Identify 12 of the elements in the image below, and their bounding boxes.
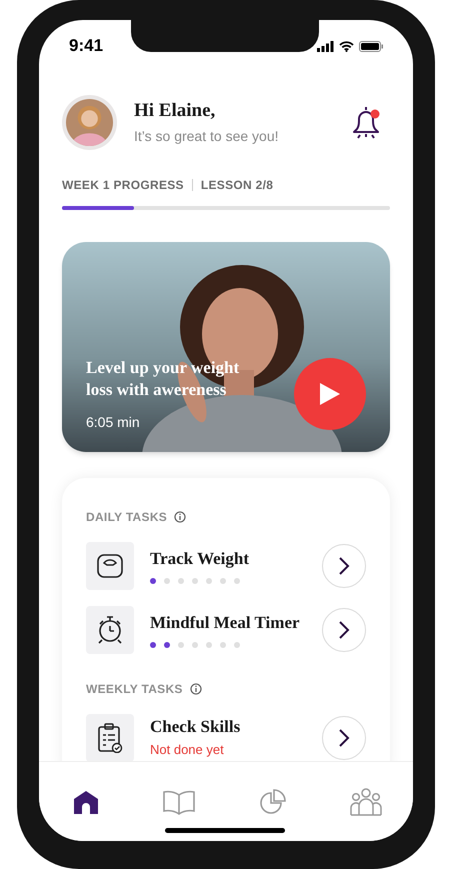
- status-time: 9:41: [69, 35, 104, 58]
- task-title: Check Skills: [150, 716, 242, 738]
- lesson-label: LESSON 2/8: [200, 177, 274, 194]
- task-title: Track Weight: [150, 548, 250, 570]
- greeting-subtitle: It’s so great to see you!: [134, 126, 280, 146]
- section-title: WEEKLY TASKS: [86, 681, 183, 698]
- task-status: Not done yet: [150, 741, 225, 760]
- task-title: Mindful Meal Timer: [150, 612, 301, 634]
- video-duration: 6:05 min: [86, 413, 140, 432]
- greeting: Hi Elaine,: [134, 98, 216, 122]
- progress-label: WEEK 1 PROGRESS: [62, 177, 184, 194]
- section-title: DAILY TASKS: [86, 509, 168, 526]
